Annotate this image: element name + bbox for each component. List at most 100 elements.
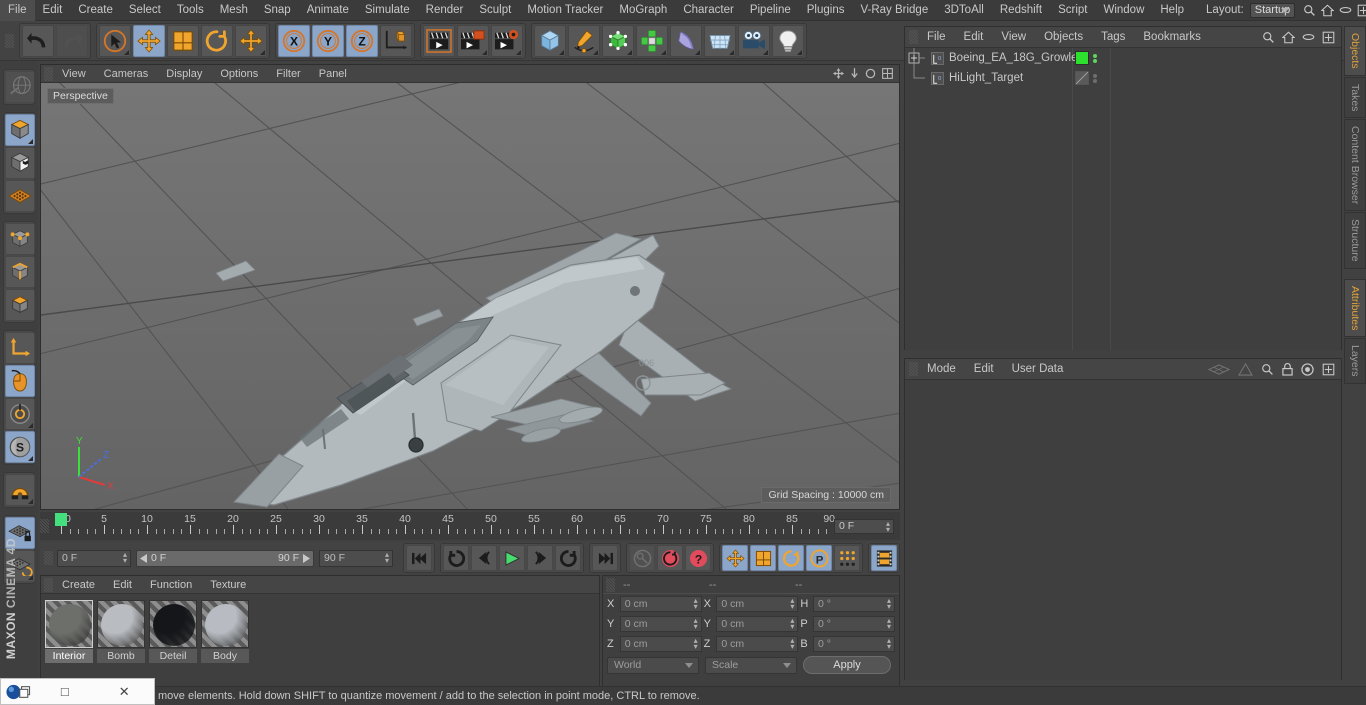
viewport-grip[interactable] bbox=[44, 66, 53, 81]
point-level-animation-toggle[interactable] bbox=[834, 545, 860, 571]
menu-item-plugins[interactable]: Plugins bbox=[799, 0, 853, 21]
render-to-picture-viewer-button[interactable] bbox=[457, 24, 489, 57]
coord-size-input[interactable]: 0 cm ▴ ▾ bbox=[716, 616, 799, 632]
overlay-window[interactable]: □ ✕ bbox=[0, 678, 155, 705]
lock-icon[interactable] bbox=[1282, 362, 1293, 376]
undo-button[interactable] bbox=[22, 24, 54, 57]
spinner-icon[interactable]: ▴ ▾ bbox=[694, 597, 698, 611]
rotation-key-toggle[interactable] bbox=[778, 545, 804, 571]
move-tool[interactable] bbox=[133, 24, 165, 57]
attribute-manager-grip[interactable] bbox=[909, 362, 918, 376]
max-frame-field[interactable]: 90 F ▴ ▾ bbox=[319, 549, 393, 567]
timeline-playhead[interactable] bbox=[55, 513, 67, 526]
viewport-menu-cameras[interactable]: Cameras bbox=[95, 65, 158, 83]
menu-item-animate[interactable]: Animate bbox=[299, 0, 357, 21]
material-item[interactable]: Body bbox=[201, 600, 249, 663]
step-forward-button[interactable] bbox=[527, 545, 553, 571]
points-mode-button[interactable] bbox=[5, 223, 35, 255]
render-view-button[interactable] bbox=[423, 24, 455, 57]
scale-key-toggle[interactable] bbox=[750, 545, 776, 571]
viewport-maximize-icon[interactable] bbox=[882, 68, 893, 79]
menu-item-v-ray-bridge[interactable]: V-Ray Bridge bbox=[852, 0, 936, 21]
object-menu-objects[interactable]: Objects bbox=[1035, 27, 1092, 48]
viewport-menu-options[interactable]: Options bbox=[211, 65, 267, 83]
light-button[interactable] bbox=[772, 24, 804, 57]
maximize-icon[interactable] bbox=[1357, 4, 1366, 17]
menu-item-mesh[interactable]: Mesh bbox=[212, 0, 256, 21]
viewport-menu-panel[interactable]: Panel bbox=[310, 65, 356, 83]
material-menu-texture[interactable]: Texture bbox=[201, 576, 255, 594]
coordinate-mode-dropdown[interactable]: Scale bbox=[705, 656, 797, 674]
expand-plus-icon[interactable] bbox=[905, 48, 931, 68]
menu-item-select[interactable]: Select bbox=[121, 0, 169, 21]
coord-position-input[interactable]: 0 cm ▴ ▾ bbox=[619, 596, 702, 612]
menu-item-script[interactable]: Script bbox=[1050, 0, 1095, 21]
maximize-icon[interactable] bbox=[1322, 363, 1335, 376]
menu-item-create[interactable]: Create bbox=[70, 0, 121, 21]
magnet-tool-button[interactable] bbox=[5, 474, 35, 506]
timeline-button[interactable] bbox=[871, 545, 897, 571]
menu-item-character[interactable]: Character bbox=[675, 0, 742, 21]
app-orb-icon[interactable] bbox=[1, 684, 35, 700]
range-right-handle-icon[interactable] bbox=[302, 553, 310, 563]
soft-selection-button[interactable]: S bbox=[5, 431, 35, 463]
object-color-swatch[interactable] bbox=[1075, 71, 1089, 85]
menu-item-redshift[interactable]: Redshift bbox=[992, 0, 1050, 21]
attribute-menu-edit[interactable]: Edit bbox=[965, 359, 1003, 380]
material-preview-swatch[interactable] bbox=[45, 600, 93, 648]
spinner-icon[interactable]: ▴ ▾ bbox=[790, 597, 794, 611]
object-manager-grip[interactable] bbox=[909, 30, 918, 44]
menu-item-pipeline[interactable]: Pipeline bbox=[742, 0, 799, 21]
camera-button[interactable] bbox=[738, 24, 770, 57]
edges-mode-button[interactable] bbox=[5, 256, 35, 288]
autokeying-button[interactable] bbox=[657, 545, 683, 571]
spinner-icon[interactable]: ▴ ▾ bbox=[887, 637, 891, 651]
coord-rotation-input[interactable]: 0 ° ▴ ▾ bbox=[813, 596, 896, 612]
viewport-rotate-icon[interactable] bbox=[865, 68, 876, 79]
menu-item-motion-tracker[interactable]: Motion Tracker bbox=[519, 0, 611, 21]
spinner-icon[interactable]: ▴ ▾ bbox=[694, 637, 698, 651]
object-tree[interactable]: 0 Boeing_EA_18G_Growler 0 HiLight_Target bbox=[905, 48, 1341, 350]
visibility-dot-editor[interactable] bbox=[1093, 53, 1097, 58]
object-menu-view[interactable]: View bbox=[992, 27, 1035, 48]
side-tab-layers[interactable]: Layers bbox=[1344, 338, 1366, 384]
object-color-swatch[interactable] bbox=[1075, 51, 1089, 65]
object-row[interactable]: 0 HiLight_Target bbox=[905, 68, 1341, 88]
menu-item-simulate[interactable]: Simulate bbox=[357, 0, 418, 21]
viewport-menu-filter[interactable]: Filter bbox=[267, 65, 309, 83]
timeline-frame-field[interactable]: 0 F ▴ ▾ bbox=[834, 518, 894, 534]
deformer-button[interactable] bbox=[670, 24, 702, 57]
viewport-move-icon[interactable] bbox=[833, 68, 844, 79]
generator-button[interactable] bbox=[602, 24, 634, 57]
coord-size-input[interactable]: 0 cm ▴ ▾ bbox=[716, 636, 799, 652]
search-icon[interactable] bbox=[1262, 31, 1275, 44]
object-tag-icon[interactable]: 0 bbox=[931, 71, 944, 85]
viewport-menu-display[interactable]: Display bbox=[157, 65, 211, 83]
model-mode-button[interactable] bbox=[5, 114, 35, 146]
object-row[interactable]: 0 Boeing_EA_18G_Growler bbox=[905, 48, 1341, 68]
spinner-icon[interactable]: ▴ ▾ bbox=[887, 617, 891, 631]
undo-view-button[interactable] bbox=[5, 71, 35, 103]
toolbar-grip[interactable] bbox=[5, 33, 14, 48]
object-visibility-dots[interactable] bbox=[1093, 73, 1097, 84]
menu-item-render[interactable]: Render bbox=[418, 0, 472, 21]
go-to-previous-key-button[interactable] bbox=[443, 545, 469, 571]
home-icon[interactable] bbox=[1282, 30, 1295, 44]
coord-position-input[interactable]: 0 cm ▴ ▾ bbox=[619, 636, 702, 652]
visibility-dot-render[interactable] bbox=[1093, 78, 1097, 83]
menu-item-mograph[interactable]: MoGraph bbox=[611, 0, 675, 21]
menu-item-tools[interactable]: Tools bbox=[169, 0, 212, 21]
viewport-menu-view[interactable]: View bbox=[53, 65, 95, 83]
go-to-start-button[interactable] bbox=[406, 545, 432, 571]
go-to-end-button[interactable] bbox=[592, 545, 618, 571]
mograph-button[interactable] bbox=[636, 24, 668, 57]
menu-item-sculpt[interactable]: Sculpt bbox=[471, 0, 519, 21]
material-menu-function[interactable]: Function bbox=[141, 576, 201, 594]
object-menu-tags[interactable]: Tags bbox=[1092, 27, 1134, 48]
position-key-toggle[interactable] bbox=[722, 545, 748, 571]
y-axis-toggle[interactable]: Y bbox=[312, 24, 344, 57]
z-axis-toggle[interactable]: Z bbox=[346, 24, 378, 57]
spinner-icon[interactable]: ▴ ▾ bbox=[790, 637, 794, 651]
material-menu-edit[interactable]: Edit bbox=[104, 576, 141, 594]
spline-pen-button[interactable] bbox=[568, 24, 600, 57]
